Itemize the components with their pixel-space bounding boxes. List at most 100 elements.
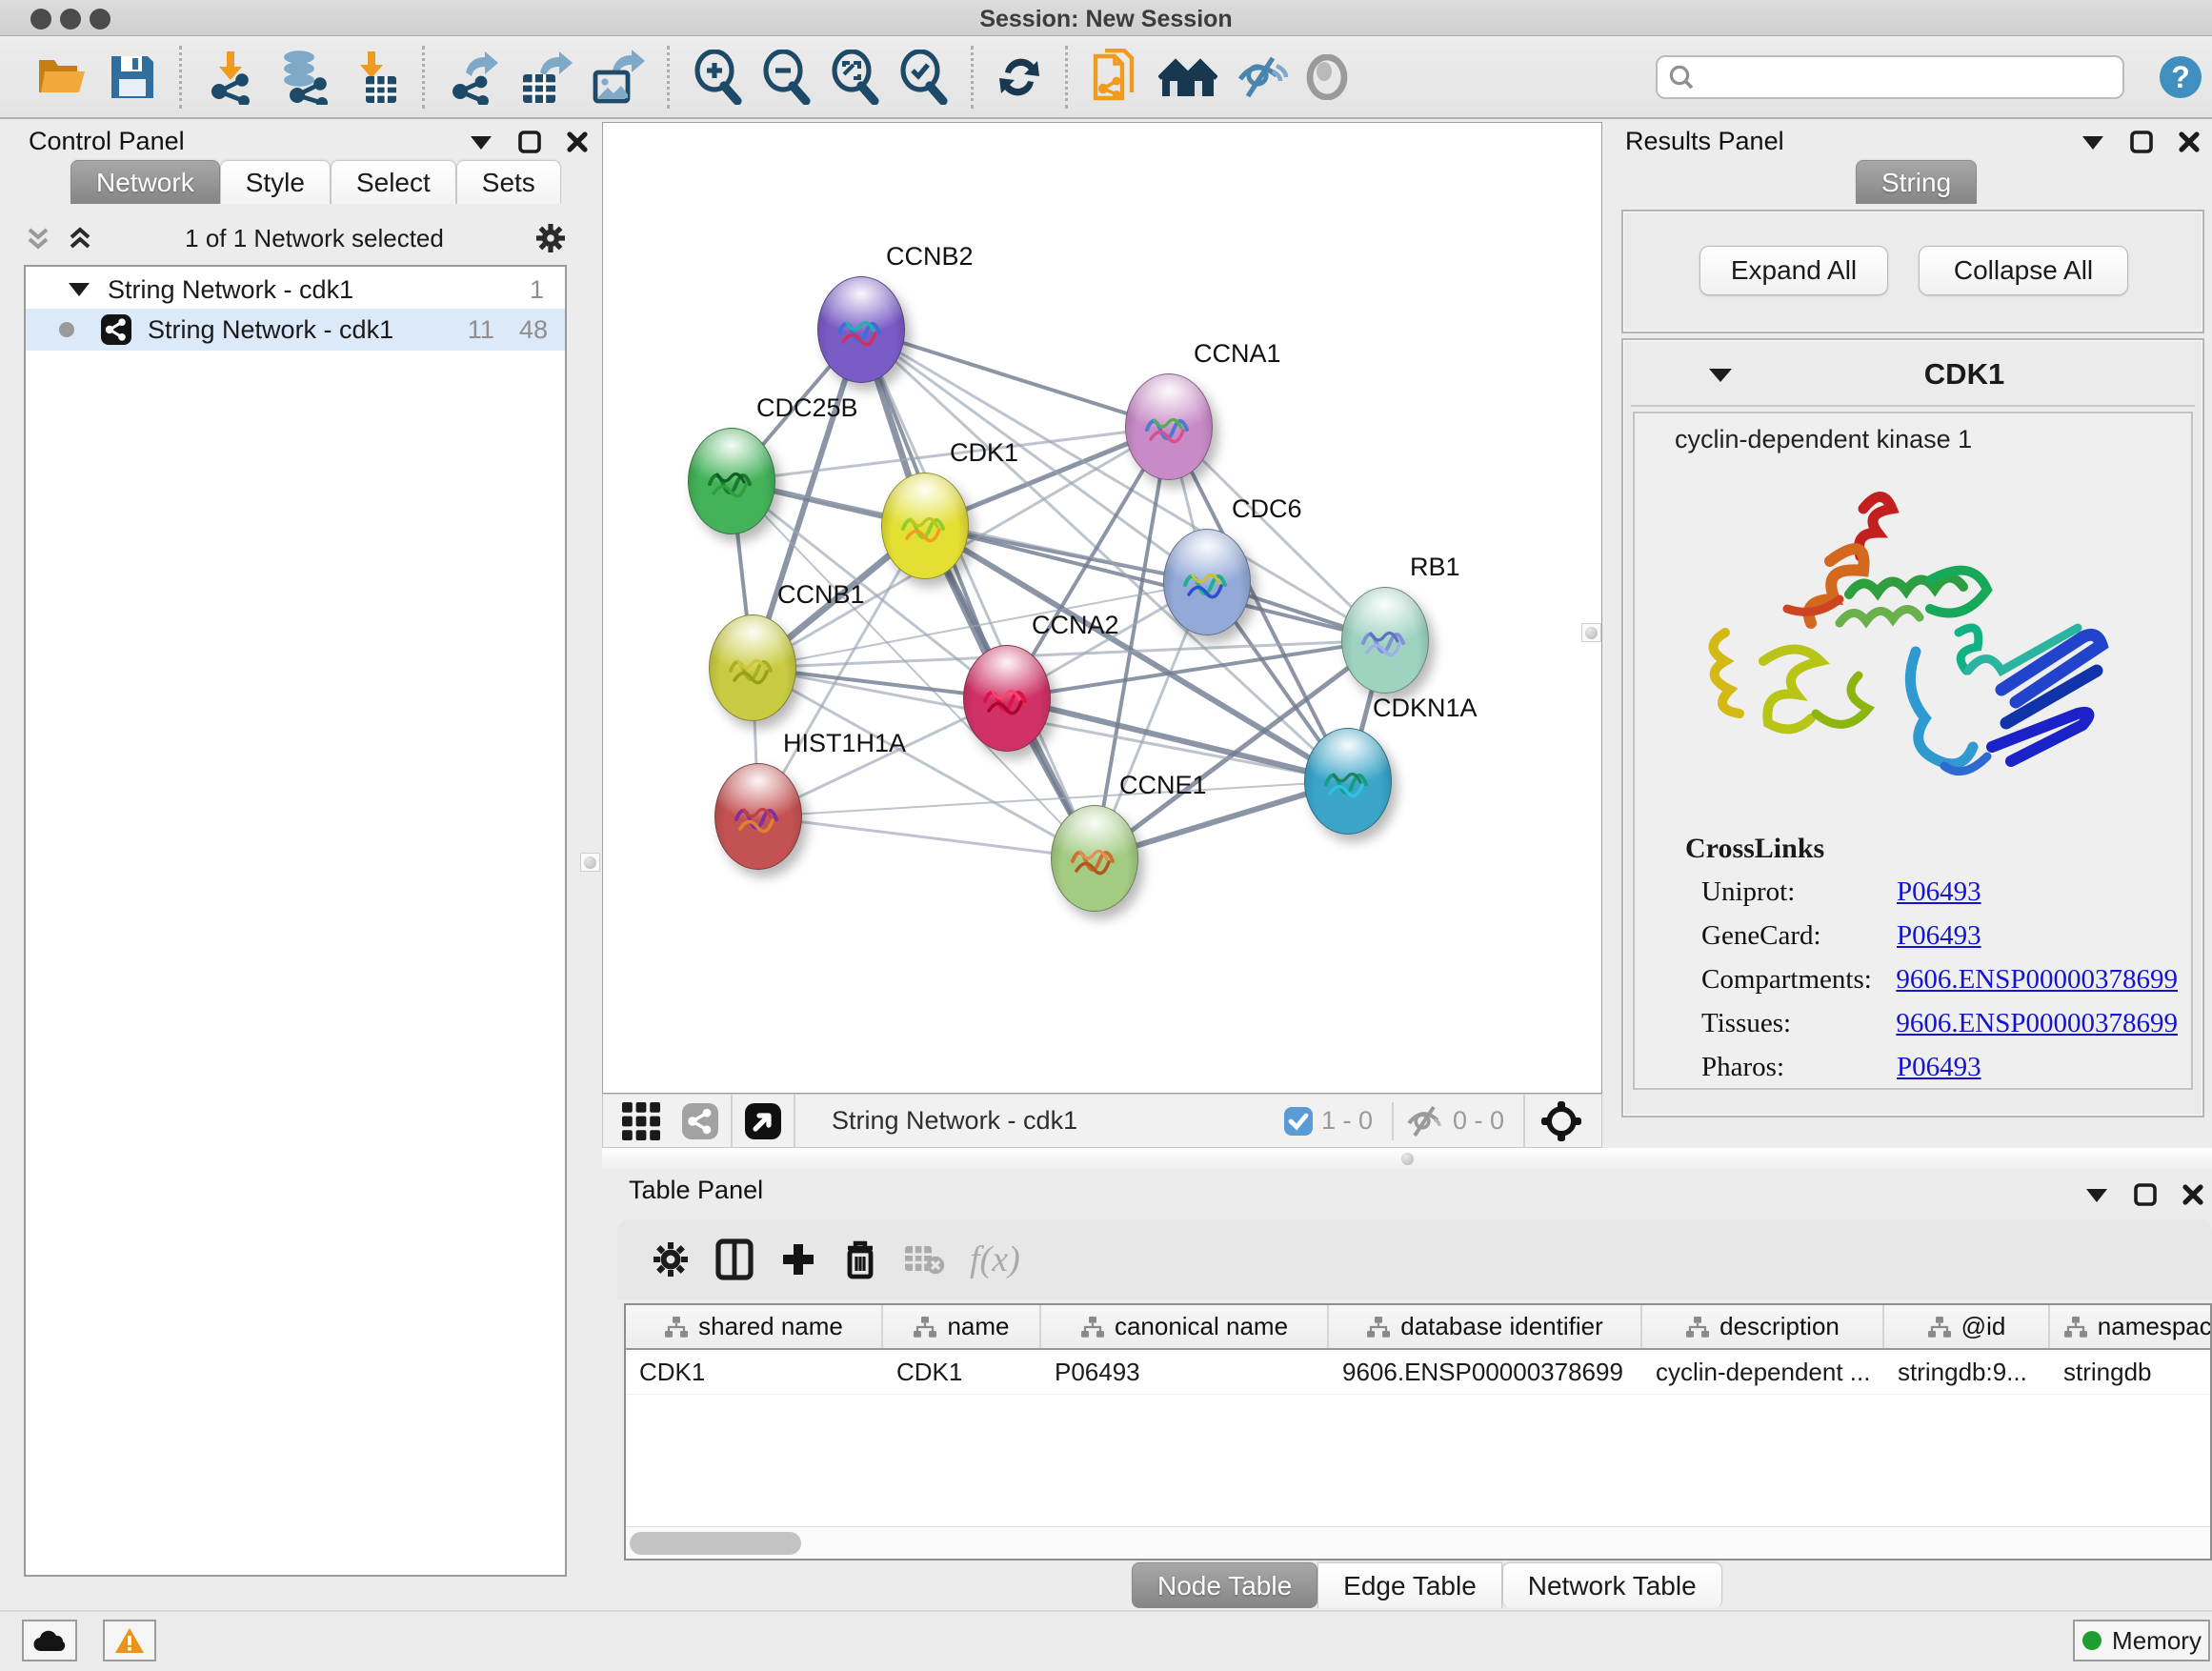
network-node-cdc6[interactable] [1163, 529, 1251, 635]
collapse-all-icon[interactable] [24, 224, 52, 252]
crosslink-link[interactable]: P06493 [1897, 1052, 1981, 1083]
network-node-ccna1[interactable] [1125, 373, 1213, 480]
delete-table-icon[interactable] [903, 1242, 945, 1277]
add-column-icon[interactable] [779, 1240, 817, 1278]
network-options-gear-icon[interactable] [534, 222, 567, 254]
network-node-ccna2[interactable] [963, 645, 1051, 752]
panel-menu-icon[interactable] [2084, 1185, 2109, 1204]
collection-expand-icon[interactable] [68, 281, 90, 298]
network-edge[interactable] [758, 816, 1095, 858]
network-node-ccnb1[interactable] [709, 614, 796, 721]
tab-select[interactable]: Select [331, 160, 456, 204]
refresh-button[interactable] [995, 48, 1043, 107]
table-cell[interactable]: stringdb:9... [1884, 1350, 2050, 1394]
export-table-button[interactable] [517, 48, 573, 107]
export-image-button[interactable] [590, 48, 645, 107]
table-settings-gear-icon[interactable] [652, 1240, 690, 1278]
crosslink-link[interactable]: P06493 [1897, 876, 1981, 908]
memory-button[interactable]: Memory [2073, 1620, 2210, 1661]
selected-checkbox-icon[interactable] [1283, 1106, 1314, 1137]
scrollbar-thumb[interactable] [630, 1532, 801, 1555]
import-network-button[interactable] [204, 48, 257, 107]
column-header-namespace[interactable]: namespace [2050, 1305, 2212, 1348]
show-all-button[interactable] [1305, 48, 1349, 107]
crosslink-link[interactable]: 9606.ENSP00000378699 [1896, 964, 2178, 996]
panel-float-icon[interactable] [2134, 1183, 2157, 1206]
zoom-selected-button[interactable] [897, 48, 949, 107]
function-builder-icon[interactable]: f(x) [970, 1238, 1020, 1280]
cloud-status-button[interactable] [22, 1620, 77, 1661]
search-field[interactable] [1656, 55, 2124, 99]
expand-all-button[interactable]: Expand All [1699, 246, 1888, 295]
gene-collapse-icon[interactable] [1707, 365, 1734, 384]
tab-edge-table[interactable]: Edge Table [1317, 1562, 1502, 1608]
hidden-eye-icon[interactable] [1405, 1104, 1445, 1138]
help-button[interactable]: ? [2158, 48, 2203, 107]
panel-float-icon[interactable] [518, 131, 541, 153]
grid-view-icon[interactable] [620, 1100, 662, 1142]
panel-menu-icon[interactable] [2081, 132, 2105, 151]
network-node-ccnb2[interactable] [817, 276, 905, 383]
show-columns-icon[interactable] [714, 1238, 754, 1280]
zoom-in-button[interactable] [692, 48, 743, 107]
column-header-shared-name[interactable]: shared name [626, 1305, 883, 1348]
gene-entry-header[interactable]: CDK1 [1631, 344, 2195, 407]
network-node-cdc25b[interactable] [688, 428, 775, 534]
column-header-name[interactable]: name [883, 1305, 1041, 1348]
table-cell[interactable]: 9606.ENSP00000378699 [1329, 1350, 1642, 1394]
open-file-network-button[interactable] [1090, 48, 1141, 107]
tab-style[interactable]: Style [220, 160, 331, 204]
left-splitter-handle[interactable] [580, 853, 600, 872]
panel-float-icon[interactable] [2130, 131, 2153, 153]
home-button[interactable] [1158, 48, 1217, 107]
network-node-cdk1[interactable] [881, 473, 969, 579]
crosslink-link[interactable]: 9606.ENSP00000378699 [1896, 1008, 2178, 1039]
table-cell[interactable]: stringdb [2050, 1350, 2212, 1394]
right-splitter-handle[interactable] [1581, 623, 1601, 642]
tab-node-table[interactable]: Node Table [1132, 1562, 1317, 1608]
panel-close-icon[interactable] [2178, 131, 2201, 153]
table-cell[interactable]: cyclin-dependent ... [1642, 1350, 1884, 1394]
hide-selected-button[interactable] [1235, 48, 1288, 107]
network-node-rb1[interactable] [1341, 587, 1429, 694]
network-edge[interactable] [861, 330, 1169, 427]
network-node-ccne1[interactable] [1051, 805, 1138, 912]
network-edge[interactable] [861, 330, 1095, 858]
panel-close-icon[interactable] [2182, 1183, 2204, 1206]
column-header-description[interactable]: description [1642, 1305, 1884, 1348]
fit-selected-crosshair-icon[interactable] [1540, 1100, 1582, 1142]
network-row[interactable]: String Network - cdk1 11 48 [26, 309, 565, 351]
network-node-hist1h1a[interactable] [714, 763, 802, 870]
panel-close-icon[interactable] [566, 131, 589, 153]
import-table-button[interactable] [349, 48, 400, 107]
table-cell[interactable]: CDK1 [883, 1350, 1041, 1394]
node-table[interactable]: shared namenamecanonical namedatabase id… [624, 1303, 2212, 1560]
zoom-fit-button[interactable] [829, 48, 880, 107]
panel-menu-icon[interactable] [469, 132, 493, 151]
tab-string-results[interactable]: String [1856, 160, 1977, 204]
tab-network[interactable]: Network [70, 160, 220, 204]
delete-column-icon[interactable] [842, 1238, 878, 1280]
warning-status-button[interactable] [103, 1620, 156, 1661]
column-header-canonical-name[interactable]: canonical name [1041, 1305, 1329, 1348]
table-cell[interactable]: CDK1 [626, 1350, 883, 1394]
zoom-out-button[interactable] [760, 48, 812, 107]
table-horizontal-scrollbar[interactable] [626, 1526, 2210, 1559]
network-share-view-icon[interactable] [681, 1102, 719, 1140]
table-cell[interactable]: P06493 [1041, 1350, 1329, 1394]
collapse-all-button[interactable]: Collapse All [1919, 246, 2128, 295]
tab-network-table[interactable]: Network Table [1502, 1562, 1722, 1608]
network-node-cdkn1a[interactable] [1304, 728, 1392, 835]
open-session-button[interactable] [35, 48, 90, 107]
expand-all-icon[interactable] [66, 224, 94, 252]
search-input[interactable] [1696, 64, 2113, 91]
crosslink-link[interactable]: P06493 [1897, 920, 1981, 952]
tab-sets[interactable]: Sets [456, 160, 561, 204]
table-row[interactable]: CDK1CDK1P064939606.ENSP00000378699cyclin… [626, 1350, 2210, 1395]
export-network-button[interactable] [447, 48, 500, 107]
network-collection-row[interactable]: String Network - cdk1 1 [26, 267, 565, 309]
import-database-button[interactable] [274, 48, 332, 107]
birds-eye-view-icon[interactable] [744, 1102, 782, 1140]
column-header-database-identifier[interactable]: database identifier [1329, 1305, 1642, 1348]
network-canvas[interactable]: CCNB2CCNA1CDC25BCDK1CDC6RB1CCNB1CCNA2CDK… [602, 122, 1602, 1094]
